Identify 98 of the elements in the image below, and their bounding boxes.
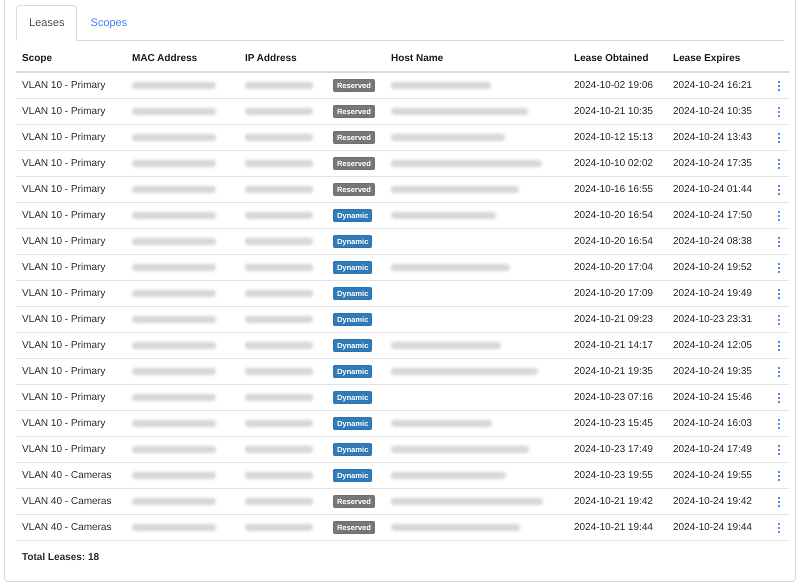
table-cell: 2024-10-24 17:35 [673, 158, 752, 169]
table-cell: VLAN 40 - Cameras [22, 522, 112, 533]
column-header: MAC Address [132, 52, 198, 64]
table-cell: 2024-10-16 16:55 [574, 184, 653, 195]
table-cell: 2024-10-24 13:43 [673, 132, 752, 143]
table-cell: 2024-10-21 14:17 [574, 340, 653, 351]
more-options-icon[interactable] [777, 470, 781, 482]
table-cell: 2024-10-21 09:23 [574, 314, 653, 325]
more-options-icon[interactable] [777, 366, 781, 378]
redacted-text [245, 134, 313, 141]
table-cell: 2024-10-24 17:49 [673, 444, 752, 455]
table-cell: 2024-10-24 16:21 [673, 80, 752, 91]
more-options-icon[interactable] [777, 132, 781, 144]
table-cell: 2024-10-24 10:35 [673, 106, 752, 117]
redacted-text [245, 316, 313, 323]
table-cell: 2024-10-20 17:09 [574, 288, 653, 299]
table-cell: 2024-10-24 19:42 [673, 496, 752, 507]
table-cell: VLAN 10 - Primary [22, 184, 106, 195]
redacted-text [245, 394, 313, 401]
table-cell: 2024-10-20 16:54 [574, 210, 653, 221]
more-options-icon[interactable] [777, 80, 781, 92]
table-cell: VLAN 10 - Primary [22, 314, 106, 325]
table-cell: 2024-10-24 19:52 [673, 262, 752, 273]
table-cell: 2024-10-23 23:31 [673, 314, 752, 325]
more-options-icon[interactable] [777, 158, 781, 170]
table-cell: VLAN 10 - Primary [22, 444, 106, 455]
more-options-icon[interactable] [777, 106, 781, 118]
redacted-text [245, 498, 313, 505]
redacted-text [245, 212, 313, 219]
column-header: Lease Obtained [574, 52, 648, 64]
table-cell: 2024-10-24 16:03 [673, 418, 752, 429]
table-cell: VLAN 10 - Primary [22, 80, 106, 91]
table-cell: 2024-10-24 19:55 [673, 470, 752, 481]
table-cell: VLAN 10 - Primary [22, 158, 106, 169]
table-cell: VLAN 10 - Primary [22, 392, 106, 403]
more-options-icon[interactable] [777, 184, 781, 196]
more-options-icon[interactable] [777, 314, 781, 326]
table-cell: VLAN 10 - Primary [22, 366, 106, 377]
table-cell: 2024-10-20 17:04 [574, 262, 653, 273]
table-cell: VLAN 10 - Primary [22, 262, 106, 273]
redacted-text [245, 290, 313, 297]
total-leases: Total Leases: 18 [22, 552, 100, 563]
more-options-icon[interactable] [777, 236, 781, 248]
table-cell: VLAN 10 - Primary [22, 288, 106, 299]
table-cell: 2024-10-24 15:46 [673, 392, 752, 403]
table-cell: 2024-10-24 12:05 [673, 340, 752, 351]
table-cell: 2024-10-24 19:49 [673, 288, 752, 299]
column-header: Lease Expires [673, 52, 740, 64]
table-cell: 2024-10-23 17:49 [574, 444, 653, 455]
redacted-text [245, 160, 313, 167]
table-cell: 2024-10-10 02:02 [574, 158, 653, 169]
redacted-text [245, 368, 313, 375]
table-cell: VLAN 40 - Cameras [22, 496, 112, 507]
more-options-icon[interactable] [777, 444, 781, 456]
redacted-text [245, 446, 313, 453]
redacted-text [245, 238, 313, 245]
table-cell: VLAN 10 - Primary [22, 210, 106, 221]
column-header: Host Name [391, 52, 444, 64]
table-cell: 2024-10-24 17:50 [673, 210, 752, 221]
column-header: IP Address [245, 52, 297, 64]
table-cell: 2024-10-24 19:35 [673, 366, 752, 377]
redacted-text [245, 82, 313, 89]
table-cell: 2024-10-02 19:06 [574, 80, 653, 91]
more-options-icon[interactable] [777, 288, 781, 300]
table-cell: 2024-10-21 19:35 [574, 366, 653, 377]
table-cell: 2024-10-23 19:55 [574, 470, 653, 481]
table-cell: VLAN 40 - Cameras [22, 470, 112, 481]
column-header: Scope [22, 52, 52, 64]
table-cell: 2024-10-24 19:44 [673, 522, 752, 533]
table-cell: VLAN 10 - Primary [22, 418, 106, 429]
table-cell: 2024-10-24 08:38 [673, 236, 752, 247]
table-cell: 2024-10-23 07:16 [574, 392, 653, 403]
redacted-text [245, 524, 313, 531]
table-cell: VLAN 10 - Primary [22, 236, 106, 247]
redacted-text [245, 472, 313, 479]
more-options-icon[interactable] [777, 522, 781, 534]
redacted-text [245, 342, 313, 349]
more-options-icon[interactable] [777, 262, 781, 274]
redacted-text [245, 420, 313, 427]
table-cell: 2024-10-21 19:44 [574, 522, 653, 533]
more-options-icon[interactable] [777, 496, 781, 508]
more-options-icon[interactable] [777, 340, 781, 352]
more-options-icon[interactable] [777, 392, 781, 404]
redacted-text [245, 264, 313, 271]
tab[interactable]: Leases [16, 5, 78, 41]
more-options-icon[interactable] [777, 418, 781, 430]
table-cell: 2024-10-21 19:42 [574, 496, 653, 507]
table-cell: 2024-10-20 16:54 [574, 236, 653, 247]
redacted-text [245, 186, 313, 193]
table-cell: 2024-10-12 15:13 [574, 132, 653, 143]
table-cell: VLAN 10 - Primary [22, 340, 106, 351]
more-options-icon[interactable] [777, 210, 781, 222]
redacted-text [245, 108, 313, 115]
table-cell: 2024-10-24 01:44 [673, 184, 752, 195]
table-cell: VLAN 10 - Primary [22, 106, 106, 117]
table-cell: 2024-10-23 15:45 [574, 418, 653, 429]
table-cell: 2024-10-21 10:35 [574, 106, 653, 117]
table-cell: VLAN 10 - Primary [22, 132, 106, 143]
